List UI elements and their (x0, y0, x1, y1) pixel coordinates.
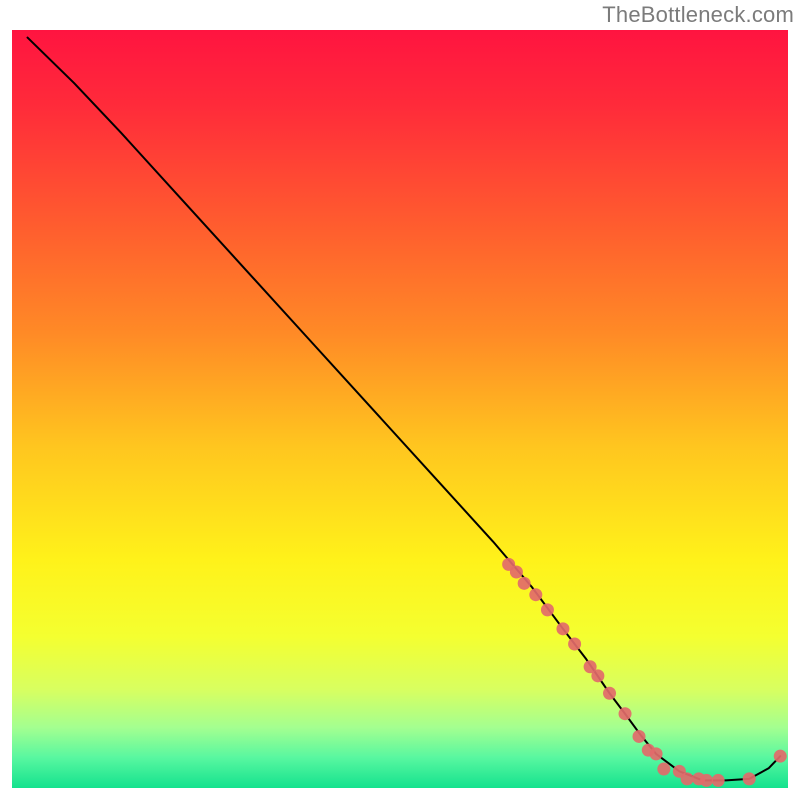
data-point (603, 687, 616, 700)
watermark-label: TheBottleneck.com (602, 2, 794, 28)
data-point (568, 637, 581, 650)
data-point (510, 565, 523, 578)
data-point (774, 750, 787, 763)
data-point (700, 774, 713, 787)
data-point (556, 622, 569, 635)
data-point (633, 730, 646, 743)
chart-container: TheBottleneck.com (0, 0, 800, 800)
data-point (541, 603, 554, 616)
data-point (743, 772, 756, 785)
data-point (657, 763, 670, 776)
gradient-background (12, 30, 788, 788)
data-point (681, 772, 694, 785)
data-point (619, 707, 632, 720)
data-point (529, 588, 542, 601)
data-point (518, 577, 531, 590)
data-point (650, 747, 663, 760)
data-point (712, 774, 725, 787)
bottleneck-chart (0, 0, 800, 800)
data-point (591, 669, 604, 682)
